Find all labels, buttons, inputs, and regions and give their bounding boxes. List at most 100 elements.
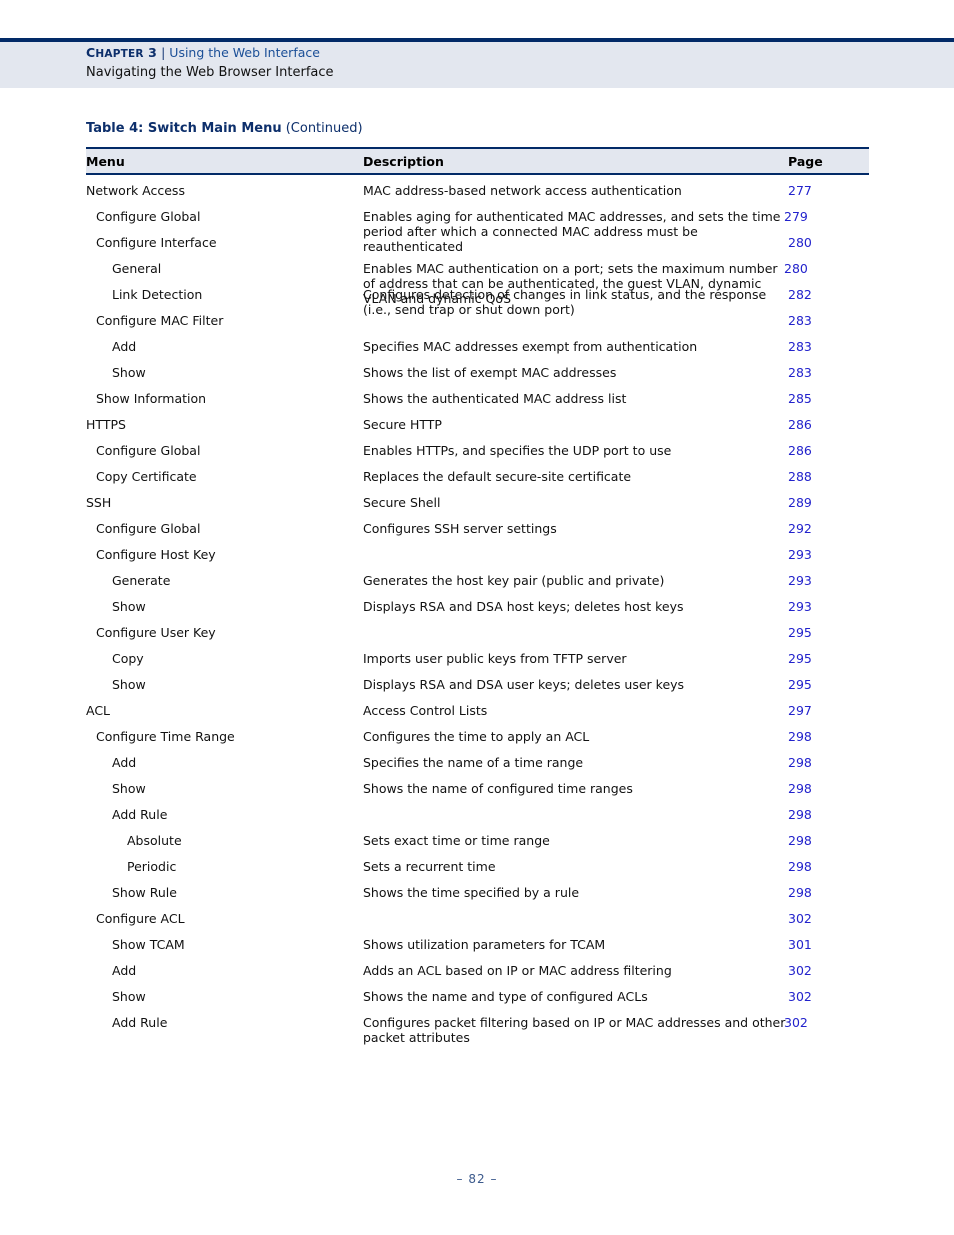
description-cell: Shows utilization parameters for TCAM — [363, 937, 606, 952]
table-row: Generate Generates the host key pair (pub… — [86, 573, 869, 591]
menu-cell: Configure MAC Filter — [96, 313, 224, 328]
page-number-link[interactable]: 280 — [788, 235, 812, 251]
chapter-label-smallcaps: HAPTER — [95, 48, 144, 60]
menu-cell: Absolute — [127, 833, 182, 848]
page-number-link[interactable]: 302 — [788, 989, 812, 1005]
table-row: Configure Global Enables aging for authen… — [86, 209, 869, 254]
table-row: Configure Global Configures SSH server se… — [86, 521, 869, 539]
table-row: Link Detection Configures detection of ch… — [86, 287, 869, 317]
page-number-link[interactable]: 286 — [788, 417, 812, 433]
table-row: Show TCAM Shows utilization parameters fo… — [86, 937, 869, 955]
table-row: SSH Secure Shell 289 — [86, 495, 869, 513]
table-row: Copy Imports user public keys from TFTP s… — [86, 651, 869, 669]
table-row: Add Rule 298 — [86, 807, 869, 825]
page-number-link[interactable]: 283 — [788, 365, 812, 381]
menu-cell: Show — [112, 989, 146, 1004]
menu-cell: Show Rule — [112, 885, 177, 900]
page-number-link[interactable]: 298 — [788, 859, 812, 875]
menu-cell: Copy Certificate — [96, 469, 197, 484]
description-cell: Adds an ACL based on IP or MAC address f… — [363, 963, 672, 978]
page-number-link[interactable]: 282 — [788, 287, 812, 303]
description-cell: Displays RSA and DSA user keys; deletes … — [363, 677, 685, 692]
table-row: Configure Time Range Configures the time … — [86, 729, 869, 747]
menu-cell: Configure ACL — [96, 911, 185, 926]
menu-cell: Link Detection — [112, 287, 203, 302]
menu-cell: Configure Global — [96, 521, 201, 536]
description-cell: Specifies MAC addresses exempt from auth… — [363, 339, 698, 354]
page-header: CHAPTER 3 | Using the Web Interface Naviga… — [86, 44, 334, 82]
page-number-link[interactable]: 293 — [788, 547, 812, 563]
column-header-description: Description — [363, 154, 444, 169]
page-footer: – 82 – — [456, 1172, 498, 1186]
page-number-link[interactable]: 292 — [788, 521, 812, 537]
description-cell: Secure Shell — [363, 495, 441, 510]
breadcrumb-separator: | — [161, 45, 166, 60]
chapter-title: Using the Web Interface — [169, 45, 320, 60]
page-number-link[interactable]: 302 — [788, 911, 812, 927]
menu-cell: HTTPS — [86, 417, 126, 432]
table-row: Add Specifies the name of a time range 298 — [86, 755, 869, 773]
breadcrumb: CHAPTER 3 | Using the Web Interface — [86, 44, 334, 63]
description-cell: Specifies the name of a time range — [363, 755, 584, 770]
table-row: Configure MAC Filter 283 — [86, 313, 869, 331]
chapter-number: 3 — [148, 45, 158, 60]
menu-cell: ACL — [86, 703, 111, 718]
switch-main-menu-table: Menu Description Page Network Access MAC … — [86, 147, 869, 1045]
description-cell: Configures the time to apply an ACL — [363, 729, 590, 744]
page-number-link[interactable]: 298 — [788, 755, 812, 771]
menu-cell: Copy — [112, 651, 144, 666]
menu-cell: Configure User Key — [96, 625, 216, 640]
page-number-link[interactable]: 297 — [788, 703, 812, 719]
page-number-link[interactable]: 295 — [788, 625, 812, 641]
menu-cell: Configure Interface — [96, 235, 217, 250]
table-row: Configure User Key 295 — [86, 625, 869, 643]
page-number-link[interactable]: 302 — [784, 1015, 808, 1031]
column-header-page: Page — [788, 154, 823, 169]
menu-cell: Show TCAM — [112, 937, 185, 952]
table-row: Show Information Shows the authenticated … — [86, 391, 869, 409]
description-cell: Access Control Lists — [363, 703, 488, 718]
table-caption-continued: (Continued) — [285, 121, 363, 136]
page-number-link[interactable]: 298 — [788, 885, 812, 901]
description-cell: MAC address-based network access authent… — [363, 183, 682, 198]
page-number-link[interactable]: 298 — [788, 807, 812, 823]
page-number-link[interactable]: 279 — [784, 209, 808, 225]
description-cell: Imports user public keys from TFTP serve… — [363, 651, 627, 666]
column-header-menu: Menu — [86, 154, 125, 169]
menu-cell: Configure Global — [96, 443, 201, 458]
menu-cell: Add — [112, 963, 137, 978]
table-caption-title: Table 4: Switch Main Menu — [86, 121, 282, 136]
description-cell: Sets exact time or time range — [363, 833, 550, 848]
table-row: ACL Access Control Lists 297 — [86, 703, 869, 721]
table-row: Copy Certificate Replaces the default sec… — [86, 469, 869, 487]
page-number-link[interactable]: 283 — [788, 339, 812, 355]
description-cell: Shows the list of exempt MAC addresses — [363, 365, 617, 380]
chapter-label: CHAPTER 3 — [86, 45, 157, 60]
page-number-link[interactable]: 298 — [788, 833, 812, 849]
page-number-link[interactable]: 298 — [788, 781, 812, 797]
page-number-link[interactable]: 293 — [788, 573, 812, 589]
page-number-link[interactable]: 302 — [788, 963, 812, 979]
table-row: Show Displays RSA and DSA user keys; dele… — [86, 677, 869, 695]
page-number-link[interactable]: 293 — [788, 599, 812, 615]
page-number-link[interactable]: 295 — [788, 677, 812, 693]
menu-cell: Generate — [112, 573, 171, 588]
page-number-link[interactable]: 277 — [788, 183, 812, 199]
page-number-link[interactable]: 283 — [788, 313, 812, 329]
page-number-link[interactable]: 298 — [788, 729, 812, 745]
page-number-link[interactable]: 289 — [788, 495, 812, 511]
description-cell: Sets a recurrent time — [363, 859, 496, 874]
menu-cell: Configure Time Range — [96, 729, 235, 744]
section-title: Navigating the Web Browser Interface — [86, 65, 334, 80]
page-number-link[interactable]: 285 — [788, 391, 812, 407]
page-number-link[interactable]: 301 — [788, 937, 812, 953]
table-row: Absolute Sets exact time or time range 298 — [86, 833, 869, 851]
page-number-link[interactable]: 288 — [788, 469, 812, 485]
menu-cell: Configure Host Key — [96, 547, 216, 562]
page-number-link[interactable]: 280 — [784, 261, 808, 277]
page-number-link[interactable]: 286 — [788, 443, 812, 459]
table-row: General Enables MAC authentication on a p… — [86, 261, 869, 306]
table-row: HTTPS Secure HTTP 286 — [86, 417, 869, 435]
page-number-link[interactable]: 295 — [788, 651, 812, 667]
table-row: Configure ACL 302 — [86, 911, 869, 929]
